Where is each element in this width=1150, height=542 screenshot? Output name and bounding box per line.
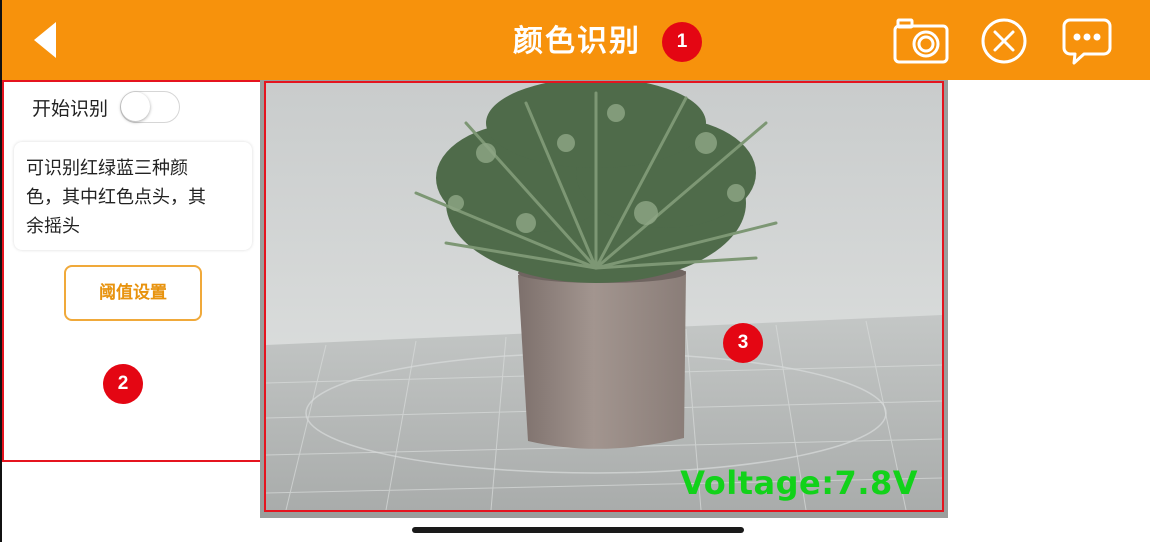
voltage-overlay: Voltage:7.8V xyxy=(680,464,918,502)
toggle-knob xyxy=(121,92,151,121)
recognition-toggle-label: 开始识别 xyxy=(32,97,109,120)
close-button[interactable] xyxy=(979,16,1029,70)
description-line: 余摇头 xyxy=(26,216,80,237)
recognition-toggle-row: 开始识别 xyxy=(32,91,181,123)
recognition-toggle[interactable] xyxy=(120,91,181,123)
annotation-marker-2: 2 xyxy=(103,364,143,404)
threshold-settings-button[interactable]: 阈值设置 xyxy=(64,265,202,321)
description-line: 可识别红绿蓝三种颜 xyxy=(26,158,188,179)
control-panel: 开始识别 可识别红绿蓝三种颜 色，其中红色点头，其 余摇头 阈值设置 2 xyxy=(2,80,262,462)
chat-button[interactable] xyxy=(1062,16,1112,72)
description-card: 可识别红绿蓝三种颜 色，其中红色点头，其 余摇头 xyxy=(14,142,252,250)
camera-button[interactable] xyxy=(892,14,950,70)
home-indicator[interactable] xyxy=(412,527,744,533)
chat-more-icon xyxy=(1062,18,1112,65)
camera-icon xyxy=(893,18,949,64)
description-line: 色，其中红色点头，其 xyxy=(26,187,206,208)
page-title: 颜色识别 xyxy=(513,24,641,59)
annotation-marker-1: 1 xyxy=(662,22,702,62)
annotation-marker-3: 3 xyxy=(723,323,763,363)
camera-feed: Voltage:7.8V 3 xyxy=(264,81,944,512)
camera-scene-image xyxy=(266,83,942,510)
header-bar: 颜色识别 1 xyxy=(2,0,1150,80)
app-root: 颜色识别 1 开始识别 可识别红绿蓝三种颜 色，其中红色点头，其 余摇头 阈值设… xyxy=(0,0,1150,542)
close-circle-icon xyxy=(981,18,1027,64)
